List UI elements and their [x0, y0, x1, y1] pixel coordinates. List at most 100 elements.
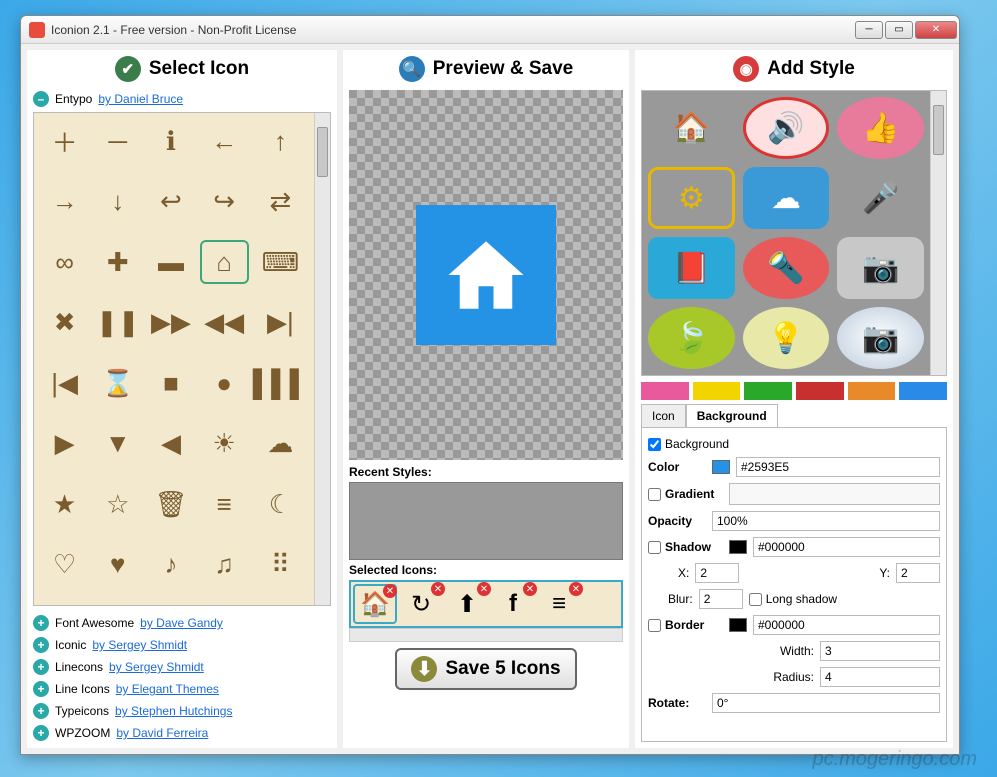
icon-cell[interactable]: ♫	[200, 543, 249, 587]
icon-cell[interactable]: ≡	[200, 482, 249, 526]
icon-cell[interactable]: ◀◀	[200, 301, 249, 345]
expand-source-button[interactable]	[33, 681, 49, 697]
style-preset[interactable]: 📕	[648, 237, 735, 299]
shadow-checkbox[interactable]: Shadow	[648, 540, 723, 554]
icon-cell[interactable]: ▶|	[253, 301, 308, 345]
selected-icon-upload[interactable]: ⬆✕	[445, 584, 489, 624]
icon-cell[interactable]: ♪	[146, 543, 195, 587]
icon-cell[interactable]: ♥	[93, 543, 142, 587]
expand-source-button[interactable]	[33, 725, 49, 741]
icon-cell[interactable]: ▶▶	[146, 301, 195, 345]
recent-styles-box[interactable]	[349, 482, 623, 560]
tab-icon[interactable]: Icon	[641, 404, 686, 427]
minimize-button[interactable]: ─	[855, 21, 883, 39]
style-preset[interactable]: 📷	[837, 237, 924, 299]
icon-cell[interactable]: ↑	[253, 119, 308, 163]
tab-background[interactable]: Background	[686, 404, 778, 427]
icon-cell[interactable]: ✖	[40, 301, 89, 345]
collapse-source-button[interactable]	[33, 91, 49, 107]
source-author-link[interactable]: by Daniel Bruce	[98, 92, 183, 106]
longshadow-checkbox[interactable]: Long shadow	[749, 592, 837, 606]
selected-icons-scrollbar[interactable]	[349, 628, 623, 642]
icon-cell[interactable]: ★	[40, 482, 89, 526]
selected-icon-rotate[interactable]: ↻✕	[399, 584, 443, 624]
icon-cell[interactable]: ✚	[93, 240, 142, 284]
icon-cell[interactable]: ☆	[93, 482, 142, 526]
icon-cell[interactable]: ☁	[253, 422, 308, 466]
icon-cell[interactable]: ☾	[253, 482, 308, 526]
style-preset[interactable]: 🔦	[743, 237, 830, 299]
source-author-link[interactable]: by Dave Gandy	[140, 616, 223, 630]
shadow-color-chip[interactable]	[729, 540, 747, 554]
icon-cell[interactable]: ⌨	[253, 240, 308, 284]
gradient-checkbox[interactable]: Gradient	[648, 487, 723, 501]
source-author-link[interactable]: by Sergey Shmidt	[109, 660, 204, 674]
color-input[interactable]	[736, 457, 940, 477]
icon-cell[interactable]: ⌛	[93, 361, 142, 405]
style-preset[interactable]: 👍	[837, 97, 924, 159]
icon-cell[interactable]: ▼	[93, 422, 142, 466]
selected-icon-facebook[interactable]: f✕	[491, 584, 535, 624]
icon-cell[interactable]: ℹ	[146, 119, 195, 163]
icon-cell[interactable]: ❚❚	[93, 301, 142, 345]
border-checkbox[interactable]: Border	[648, 618, 723, 632]
icon-cell[interactable]: |◀	[40, 361, 89, 405]
quick-color-swatch[interactable]	[693, 382, 741, 400]
border-radius-input[interactable]	[820, 667, 940, 687]
style-preset[interactable]: 🏠	[648, 97, 735, 159]
icon-cell[interactable]: ▌▌▌	[253, 361, 308, 405]
blur-input[interactable]	[699, 589, 743, 609]
quick-color-swatch[interactable]	[848, 382, 896, 400]
icon-cell[interactable]: ●	[200, 361, 249, 405]
style-preset[interactable]: 💡	[743, 307, 830, 369]
style-preset[interactable]: 🔊	[743, 97, 830, 159]
quick-color-swatch[interactable]	[899, 382, 947, 400]
icon-cell[interactable]: ↩	[146, 180, 195, 224]
selected-icon-home[interactable]: 🏠✕	[353, 584, 397, 624]
maximize-button[interactable]: ▭	[885, 21, 913, 39]
style-preset[interactable]: 🎤	[837, 167, 924, 229]
style-preset[interactable]: ⚙	[648, 167, 735, 229]
quick-color-swatch[interactable]	[641, 382, 689, 400]
source-author-link[interactable]: by David Ferreira	[116, 726, 208, 740]
icon-grid-scrollbar[interactable]	[314, 113, 330, 605]
icon-cell[interactable]: ↓	[93, 180, 142, 224]
shadow-x-input[interactable]	[695, 563, 739, 583]
shadow-y-input[interactable]	[896, 563, 940, 583]
border-width-input[interactable]	[820, 641, 940, 661]
source-author-link[interactable]: by Elegant Themes	[116, 682, 219, 696]
selected-icon-database[interactable]: ≡✕	[537, 584, 581, 624]
rotate-input[interactable]	[712, 693, 940, 713]
icon-cell[interactable]: ⠿	[253, 543, 308, 587]
icon-cell[interactable]: ▬	[146, 240, 195, 284]
icon-cell[interactable]: ▶	[40, 422, 89, 466]
expand-source-button[interactable]	[33, 637, 49, 653]
source-author-link[interactable]: by Sergey Shmidt	[92, 638, 187, 652]
border-color-chip[interactable]	[729, 618, 747, 632]
icon-cell[interactable]: ∞	[40, 240, 89, 284]
opacity-input[interactable]	[712, 511, 940, 531]
source-author-link[interactable]: by Stephen Hutchings	[115, 704, 232, 718]
icon-cell[interactable]: →	[40, 180, 89, 224]
style-preset[interactable]: 📷	[837, 307, 924, 369]
icon-cell[interactable]: ■	[146, 361, 195, 405]
expand-source-button[interactable]	[33, 659, 49, 675]
border-color-input[interactable]	[753, 615, 940, 635]
close-button[interactable]: ✕	[915, 21, 957, 39]
expand-source-button[interactable]	[33, 703, 49, 719]
style-grid-scrollbar[interactable]	[930, 91, 946, 375]
save-button[interactable]: ⬇ Save 5 Icons	[395, 648, 576, 690]
icon-cell[interactable]: ↪	[200, 180, 249, 224]
style-preset[interactable]: ☁	[743, 167, 830, 229]
shadow-color-input[interactable]	[753, 537, 940, 557]
icon-cell[interactable]: ⇄	[253, 180, 308, 224]
icon-cell[interactable]: ←	[200, 119, 249, 163]
expand-source-button[interactable]	[33, 615, 49, 631]
icon-cell[interactable]: －	[93, 119, 142, 163]
icon-cell[interactable]: 🗑	[146, 482, 195, 526]
icon-cell[interactable]: ☀	[200, 422, 249, 466]
icon-cell[interactable]: ◀	[146, 422, 195, 466]
icon-cell[interactable]: ♡	[40, 543, 89, 587]
icon-cell[interactable]: ＋	[40, 119, 89, 163]
gradient-dropdown[interactable]	[729, 483, 940, 505]
